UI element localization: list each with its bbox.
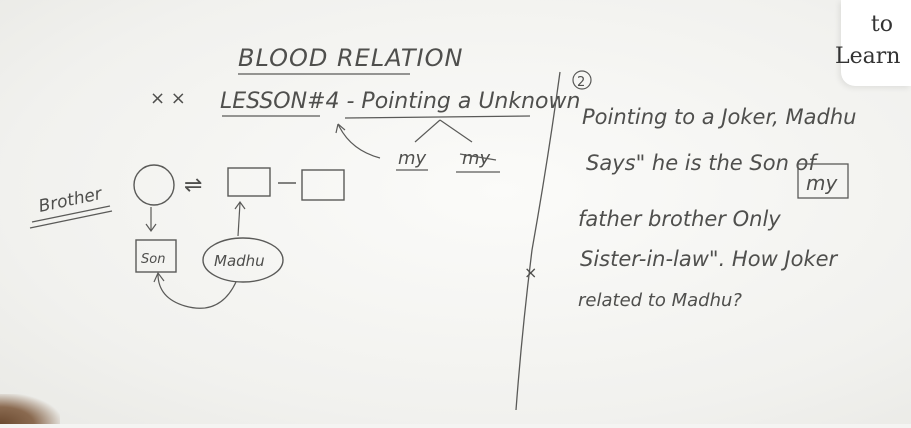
brother-label: Brother [37, 184, 105, 217]
madhu-label: Madhu [214, 252, 265, 270]
whiteboard: BLOOD RELATION LESSON#4 - Pointing a Unk… [0, 0, 911, 424]
presenter-hand [0, 394, 60, 424]
square-node-1 [227, 167, 271, 197]
question-line1: Pointing to a Joker, Madhu [582, 105, 856, 129]
arrow-left-my [414, 119, 441, 143]
pointing-underline [344, 115, 531, 119]
question-number: 2 [577, 75, 585, 90]
question-line5: related to Madhu? [578, 290, 742, 311]
corner-logo-line2: Learn [835, 44, 901, 69]
question-line3: father brother Only [578, 207, 781, 231]
son-label: Son [141, 252, 165, 267]
question-line4: Sister-in-law". How Joker [580, 247, 839, 271]
title-line1: BLOOD RELATION [238, 44, 463, 72]
arrow-madhu-square [237, 202, 241, 237]
divider-line [515, 71, 561, 411]
circle-node [133, 164, 175, 206]
corner-logo-line1: to [870, 12, 893, 37]
whiteboard-drawing: BLOOD RELATION LESSON#4 - Pointing a Unk… [29, 44, 856, 411]
cross-marks: × × [150, 88, 186, 109]
corner-logo: to Learn [835, 0, 911, 86]
question-line2a: Says" he is the Son of [586, 151, 819, 175]
arrow-right-my [439, 119, 473, 143]
question-line2-boxed: my [806, 171, 838, 195]
square-node-2 [301, 169, 345, 201]
double-arrow: ⇌ [184, 173, 202, 198]
title-line2: LESSON#4 - Pointing a Unknown [220, 89, 580, 114]
label-my-left: my [398, 148, 427, 169]
divider-mark: × [524, 263, 537, 282]
